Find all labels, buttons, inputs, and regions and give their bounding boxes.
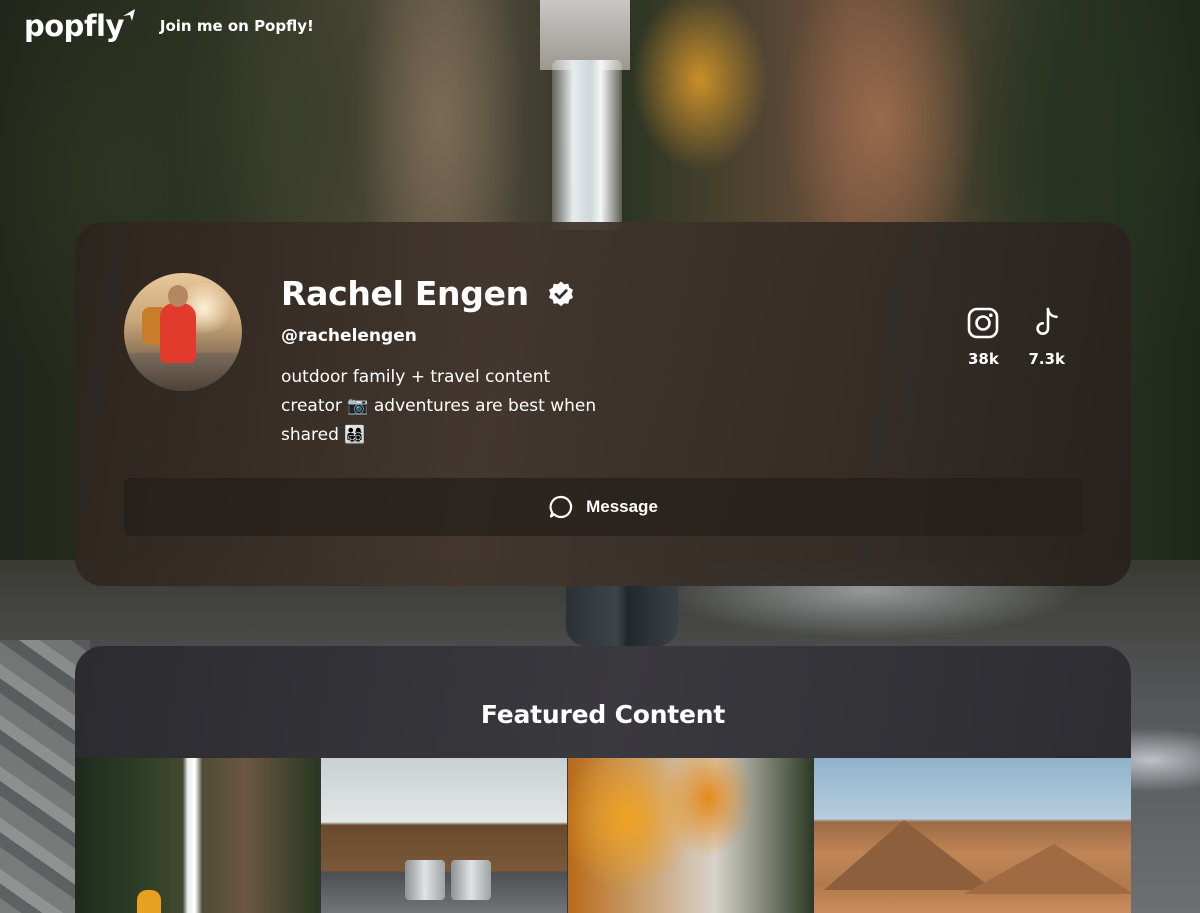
- avatar: [124, 273, 242, 391]
- message-button[interactable]: Message: [124, 478, 1082, 536]
- instagram-link[interactable]: 38k: [966, 306, 1000, 368]
- message-button-label: Message: [586, 497, 658, 516]
- bio-line: shared 👨‍👩‍👧‍👦: [281, 425, 366, 445]
- join-popfly-link[interactable]: Join me on Popfly!: [160, 17, 314, 35]
- tiktok-link[interactable]: 7.3k: [1028, 306, 1065, 368]
- tiktok-icon: [1036, 307, 1058, 335]
- featured-thumbnail-cabin[interactable]: [321, 758, 567, 913]
- popfly-logo[interactable]: popfly: [24, 9, 138, 43]
- bio-line: creator 📷 adventures are best when: [281, 396, 597, 416]
- instagram-icon: [968, 307, 999, 339]
- chat-bubble-icon: [549, 495, 573, 519]
- tiktok-follower-count: 7.3k: [1028, 350, 1065, 368]
- social-links: 38k 7.3k: [966, 306, 1065, 368]
- logo-wing-icon: [122, 9, 135, 21]
- instagram-follower-count: 38k: [968, 350, 999, 368]
- profile-name: Rachel Engen: [281, 274, 575, 313]
- bio-line: outdoor family + travel content: [281, 367, 551, 387]
- featured-content-title: Featured Content: [480, 700, 726, 729]
- profile-name-text: Rachel Engen: [281, 274, 529, 313]
- featured-thumbnail-aspens[interactable]: [567, 758, 813, 913]
- background-waterfall: [552, 60, 622, 230]
- profile-bio: outdoor family + travel content creator …: [281, 363, 631, 450]
- featured-thumbnail-mountains[interactable]: [813, 758, 1131, 913]
- featured-content-section: Featured Content: [75, 646, 1131, 913]
- logo-text: popfly: [24, 9, 124, 43]
- background-hiker: [566, 586, 678, 646]
- featured-thumbnail-waterfall[interactable]: [75, 758, 321, 913]
- profile-card: Rachel Engen @rachelengen outdoor family…: [75, 222, 1131, 586]
- top-bar: popfly Join me on Popfly!: [24, 6, 314, 46]
- featured-thumbnails: [75, 758, 1131, 913]
- profile-handle: @rachelengen: [281, 326, 417, 346]
- verified-badge-icon: [548, 281, 573, 306]
